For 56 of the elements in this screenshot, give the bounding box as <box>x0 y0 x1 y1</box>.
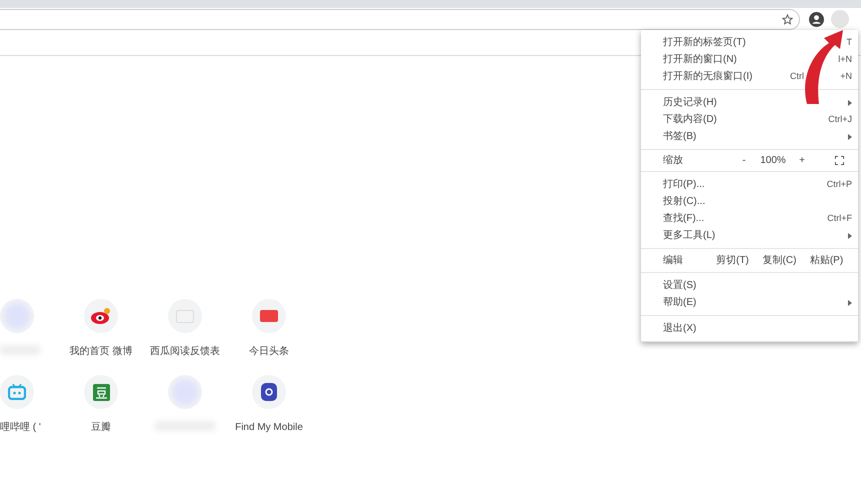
shortcut-tile[interactable] <box>168 299 202 333</box>
shortcut-label: 哩哔哩 ( ' <box>0 420 41 435</box>
shortcut-label: l+N <box>838 52 852 66</box>
menu-item[interactable]: 打印(P)... Ctrl+P <box>641 176 858 193</box>
menu-item[interactable]: 书签(B) <box>641 128 858 145</box>
shortcut-tile[interactable] <box>168 375 202 409</box>
menu-item[interactable]: 投射(C)... <box>641 193 858 210</box>
menu-item[interactable]: 打开新的无痕窗口(I) Ctrl +N <box>641 68 858 85</box>
shortcut-label: Ctrl+F <box>827 212 852 225</box>
blurred-icon <box>172 379 198 405</box>
shortcut-label: Ctrl <box>790 70 804 83</box>
shortcut-tile[interactable] <box>0 299 34 333</box>
tv-icon <box>8 384 26 400</box>
fullscreen-icon[interactable] <box>835 156 844 165</box>
shortcut-tile[interactable] <box>84 299 118 333</box>
shortcut-label: T <box>846 36 852 49</box>
menu-item[interactable]: 下载内容(D) Ctrl+J <box>641 111 858 128</box>
shortcut-label: Ctrl+J <box>828 112 852 126</box>
shortcut-label: 我的首页 微博 <box>70 344 132 359</box>
edit-action-button[interactable]: 剪切(T) <box>709 253 756 268</box>
submenu-arrow-icon <box>848 300 852 306</box>
menu-item[interactable]: 设置(S) <box>641 277 858 294</box>
menu-item[interactable]: 查找(F)... Ctrl+F <box>641 210 858 227</box>
menu-item[interactable]: 打开新的标签页(T) T <box>641 34 858 51</box>
shortcut-tile[interactable] <box>0 375 34 409</box>
shortcut-tile[interactable] <box>252 375 286 409</box>
menu-item[interactable]: 历史记录(H) <box>641 94 858 111</box>
douban-logo-icon <box>92 384 110 400</box>
shortcut-label: Find My Mobile <box>235 421 303 435</box>
edit-action-button[interactable]: 粘贴(P) <box>803 253 850 268</box>
zoom-in-button[interactable]: + <box>795 153 809 168</box>
submenu-arrow-icon <box>848 232 852 238</box>
edit-action-button[interactable]: 复制(C) <box>756 253 803 268</box>
menu-item[interactable]: 帮助(E) <box>641 294 858 311</box>
star-icon[interactable] <box>782 14 793 25</box>
menu-item[interactable]: 退出(X) <box>641 320 858 337</box>
zoom-value: 100% <box>759 154 787 168</box>
menu-item[interactable]: 打开新的窗口(N) l+N <box>641 51 858 68</box>
phone-search-icon <box>261 383 277 401</box>
shortcut-label: 豆瓣 <box>91 420 111 435</box>
shortcut-label: 西瓜阅读反馈表 <box>150 344 220 359</box>
shortcut-label: Ctrl+P <box>826 178 852 191</box>
shortcut-tile[interactable] <box>252 299 286 333</box>
menu-item[interactable]: 更多工具(L) <box>641 227 858 244</box>
submenu-arrow-icon <box>848 134 852 140</box>
shortcut-label: 今日头条 <box>249 344 289 359</box>
edit-label: 编辑 <box>663 254 684 268</box>
blurred-icon <box>4 303 30 329</box>
zoom-label: 缩放 <box>663 154 684 168</box>
logo-icon <box>260 310 278 322</box>
zoom-out-button[interactable]: - <box>737 153 751 168</box>
eye-logo-icon <box>90 307 112 325</box>
account-icon[interactable] <box>809 12 824 27</box>
shortcut-label: +N <box>840 70 852 83</box>
submenu-arrow-icon <box>848 100 852 106</box>
shortcut-tile[interactable] <box>84 375 118 409</box>
